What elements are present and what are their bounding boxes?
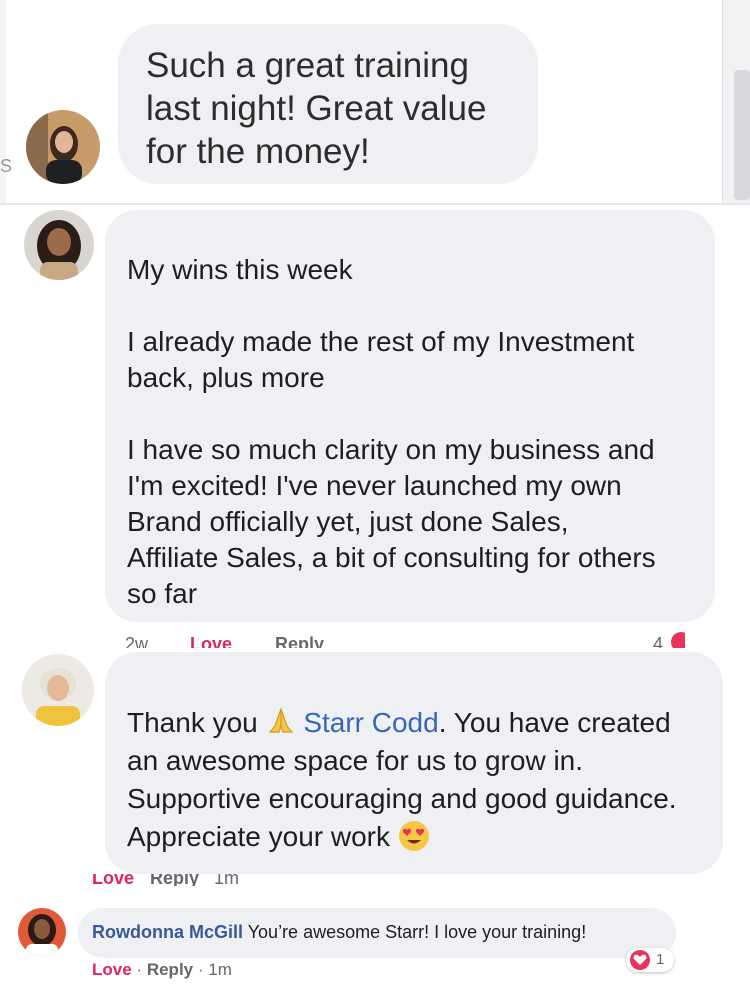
- heart-icon: [630, 950, 650, 970]
- comment-3-text-before: Thank you: [127, 707, 258, 738]
- comment-3-reply-link[interactable]: Reply: [150, 874, 199, 886]
- separator: ·: [197, 960, 204, 979]
- comment-3-time: 1m: [214, 874, 240, 886]
- comment-4-actions: Love · Reply · 1m: [92, 960, 232, 980]
- comment-2-love-link[interactable]: Love: [190, 634, 232, 648]
- comment-2-reaction-count: 4: [653, 634, 664, 648]
- comment-bubble-2: My wins this week I already made the res…: [105, 210, 715, 622]
- comment-4-text: You’re awesome Starr! I love your traini…: [247, 922, 587, 942]
- comment-3-love-link[interactable]: Love: [92, 874, 134, 886]
- avatar-image-1: [26, 110, 100, 184]
- avatar-commenter-3[interactable]: [22, 654, 94, 726]
- comment-text-2: My wins this week I already made the res…: [127, 254, 656, 609]
- comment-2-time: 2w: [125, 634, 149, 648]
- comment-time: 1m: [208, 960, 232, 979]
- reply-link[interactable]: Reply: [147, 960, 193, 979]
- divider: [0, 203, 750, 205]
- comment-bubble-4: Rowdonna McGill You’re awesome Starr! I …: [78, 908, 676, 958]
- reaction-count: 1: [656, 951, 665, 968]
- avatar-image-2: [24, 210, 94, 280]
- comment-text-3: Thank you Starr Codd. You have created a…: [127, 704, 701, 856]
- heart-icon: [671, 632, 685, 648]
- comment-2-actions-clipped: 2w Love Reply 4: [125, 628, 685, 648]
- folded-hands-icon: [266, 706, 296, 736]
- comment-bubble-1: Such a great training last night! Great …: [118, 24, 538, 184]
- scrollbar[interactable]: [734, 70, 750, 200]
- comment-bubble-3: Thank you Starr Codd. You have created a…: [105, 652, 723, 874]
- reaction-summary[interactable]: 1: [626, 948, 674, 972]
- edge-fragment: S: [0, 156, 13, 176]
- commenter-name[interactable]: Rowdonna McGill: [92, 922, 243, 942]
- comment-3-actions-clipped: Love Reply 1m: [92, 874, 652, 886]
- avatar-commenter-1[interactable]: [26, 110, 100, 184]
- comment-text-4: Rowdonna McGill You’re awesome Starr! I …: [92, 921, 662, 943]
- love-link[interactable]: Love: [92, 960, 132, 979]
- mention-starr-codd[interactable]: Starr Codd: [303, 707, 438, 738]
- avatar-rowdonna-mcgill[interactable]: [18, 908, 66, 956]
- separator: ·: [136, 960, 143, 979]
- comment-2-reply-link[interactable]: Reply: [275, 634, 324, 648]
- avatar-commenter-2[interactable]: [24, 210, 94, 280]
- avatar-image-3: [22, 654, 94, 726]
- heart-eyes-icon: [398, 820, 430, 852]
- avatar-image-4: [18, 908, 66, 956]
- comment-text-1: Such a great training last night! Great …: [146, 46, 487, 171]
